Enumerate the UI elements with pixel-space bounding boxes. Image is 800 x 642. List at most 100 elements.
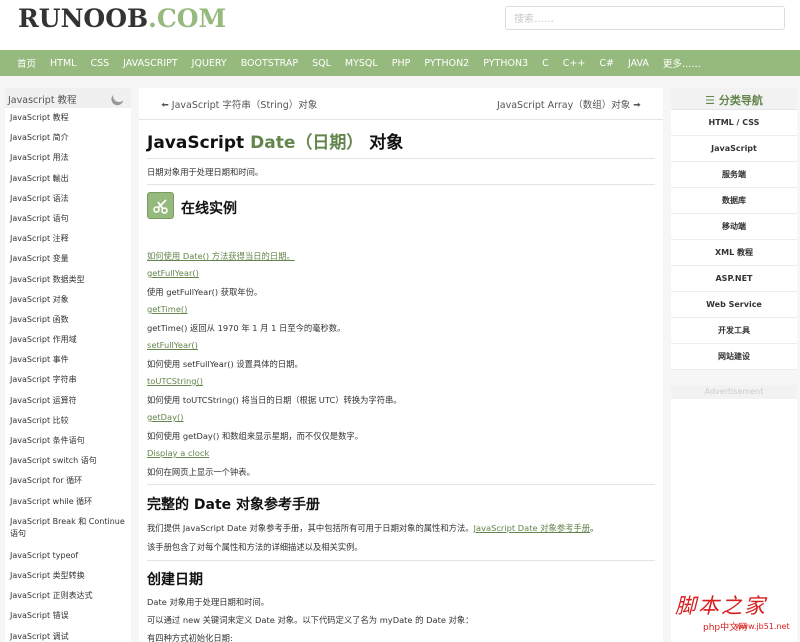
sidebar-item[interactable]: JavaScript 教程 <box>5 108 131 128</box>
create-text-1: Date 对象用于处理日期和时间。 <box>147 597 270 607</box>
sidebar-item[interactable]: JavaScript typeof <box>5 546 131 566</box>
sidebar-item[interactable]: JavaScript for 循环 <box>5 471 131 491</box>
example-link[interactable]: 如何使用 Date() 方法获得当日的日期。 <box>147 250 295 262</box>
sidebar-item[interactable]: JavaScript 数据类型 <box>5 270 131 290</box>
example-desc: 如何使用 getDay() 和数组来显示星期，而不仅仅是数字。 <box>147 431 363 441</box>
sidebar-item[interactable]: JavaScript 条件语句 <box>5 431 131 451</box>
reference-link[interactable]: JavaScript Date 对象参考手册 <box>474 523 590 533</box>
sidebar-item[interactable]: JavaScript Break 和 Continue 语句 <box>5 512 131 546</box>
nav-item-jquery[interactable]: JQUERY <box>185 58 234 69</box>
sidebar-item[interactable]: JavaScript 运算符 <box>5 391 131 411</box>
sidebar-item[interactable]: JavaScript 事件 <box>5 350 131 370</box>
category-item[interactable]: HTML / CSS <box>671 110 797 136</box>
watermark-url: www.jb51.net <box>735 622 790 631</box>
example-link[interactable]: toUTCString() <box>147 376 203 386</box>
create-heading: 创建日期 <box>147 572 203 588</box>
watermark-text: 脚本之家 <box>675 594 767 618</box>
divider <box>147 184 655 185</box>
nav-item-php[interactable]: PHP <box>385 58 418 69</box>
right-sidebar: ☰ 分类导航 HTML / CSS JavaScript 服务端 数据库 移动端… <box>671 88 797 642</box>
category-item[interactable]: XML 教程 <box>671 240 797 266</box>
sidebar-item[interactable]: JavaScript 作用域 <box>5 330 131 350</box>
nav-item-sql[interactable]: SQL <box>305 58 338 69</box>
sidebar-item[interactable]: JavaScript 正则表达式 <box>5 586 131 606</box>
logo-suffix-text: .COM <box>148 4 227 33</box>
site-logo[interactable]: RUNOOB.COM <box>18 4 226 33</box>
list-icon: ☰ <box>705 94 716 107</box>
nav-item-c[interactable]: C <box>535 58 556 69</box>
header: RUNOOB.COM <box>0 0 800 50</box>
category-list: HTML / CSS JavaScript 服务端 数据库 移动端 XML 教程… <box>671 110 797 370</box>
nav-item-bootstrap[interactable]: BOOTSTRAP <box>234 58 305 69</box>
category-item[interactable]: 服务端 <box>671 162 797 188</box>
sidebar-item[interactable]: JavaScript 类型转换 <box>5 566 131 586</box>
sidebar-item[interactable]: JavaScript 变量 <box>5 249 131 269</box>
nav-item-more[interactable]: 更多…… <box>656 56 708 70</box>
search-box <box>505 6 785 31</box>
sidebar-item[interactable]: JavaScript 语法 <box>5 189 131 209</box>
reference-text-part: 。 <box>590 523 599 533</box>
logo-main-text: RUNOOB <box>18 4 149 33</box>
category-item[interactable]: JavaScript <box>671 136 797 162</box>
example-desc: 如何在网页上显示一个钟表。 <box>147 467 255 477</box>
next-page-link[interactable]: JavaScript Array（数组）对象 🠪 <box>497 97 641 114</box>
sidebar-item[interactable]: JavaScript 字符串 <box>5 370 131 390</box>
sidebar-item[interactable]: JavaScript 比较 <box>5 411 131 431</box>
scissors-icon <box>147 192 174 219</box>
example-link[interactable]: getDay() <box>147 412 183 422</box>
nav-item-cpp[interactable]: C++ <box>556 58 593 69</box>
sidebar-item[interactable]: JavaScript 函数 <box>5 310 131 330</box>
example-desc: 使用 getFullYear() 获取年份。 <box>147 287 263 297</box>
example-link[interactable]: setFullYear() <box>147 340 198 350</box>
arrow-left-icon: 🠨 <box>161 100 169 111</box>
moon-icon[interactable] <box>111 88 127 104</box>
reference-text: 我们提供 JavaScript Date 对象参考手册，其中包括所有可用于日期对… <box>147 522 598 534</box>
category-item[interactable]: 数据库 <box>671 188 797 214</box>
next-page-label: JavaScript Array（数组）对象 <box>496 100 631 111</box>
sidebar-header: Javascript 教程 <box>5 88 131 108</box>
nav-item-html[interactable]: HTML <box>43 58 83 69</box>
example-link[interactable]: Display a clock <box>147 448 209 458</box>
category-nav: ☰ 分类导航 HTML / CSS JavaScript 服务端 数据库 移动端… <box>671 88 797 370</box>
nav-item-javascript[interactable]: JAVASCRIPT <box>116 58 185 69</box>
sidebar-item[interactable]: JavaScript while 循环 <box>5 492 131 512</box>
nav-item-css[interactable]: CSS <box>83 58 116 69</box>
category-item[interactable]: Web Service <box>671 292 797 318</box>
nav-item-csharp[interactable]: C# <box>592 58 621 69</box>
examples-heading: 在线实例 <box>181 201 237 217</box>
category-nav-header: ☰ 分类导航 <box>671 88 797 110</box>
example-link[interactable]: getFullYear() <box>147 268 199 278</box>
nav-item-mysql[interactable]: MYSQL <box>338 58 385 69</box>
category-item[interactable]: 网站建设 <box>671 344 797 370</box>
nav-item-java[interactable]: JAVA <box>621 58 656 69</box>
search-input[interactable] <box>506 8 784 31</box>
title-part: JavaScript <box>147 133 251 153</box>
sidebar-item[interactable]: JavaScript 注释 <box>5 229 131 249</box>
example-link[interactable]: getTime() <box>147 304 187 314</box>
divider <box>147 484 655 485</box>
sidebar-item[interactable]: JavaScript switch 语句 <box>5 451 131 471</box>
sidebar-item[interactable]: JavaScript 调试 <box>5 627 131 642</box>
main-content: 🠨 JavaScript 字符串（String）对象 JavaScript Ar… <box>139 88 663 642</box>
category-nav-title: 分类导航 <box>718 94 763 107</box>
arrow-right-icon: 🠪 <box>633 100 641 111</box>
watermark: 脚本之家 php中文网 www.jb51.net <box>675 590 793 638</box>
sidebar-item[interactable]: JavaScript 对象 <box>5 290 131 310</box>
category-item[interactable]: 移动端 <box>671 214 797 240</box>
sidebar-item[interactable]: JavaScript 简介 <box>5 128 131 148</box>
intro-text: 日期对象用于处理日期和时间。 <box>147 167 264 177</box>
nav-item-python2[interactable]: PYTHON2 <box>417 58 476 69</box>
category-item[interactable]: ASP.NET <box>671 266 797 292</box>
prev-page-label: JavaScript 字符串（String）对象 <box>171 100 318 111</box>
title-part: 对象 <box>363 133 404 153</box>
category-item[interactable]: 开发工具 <box>671 318 797 344</box>
create-text-2: 可以通过 new 关键词来定义 Date 对象。以下代码定义了名为 myDate… <box>147 615 474 625</box>
sidebar-item[interactable]: JavaScript 用法 <box>5 148 131 168</box>
prev-page-link[interactable]: 🠨 JavaScript 字符串（String）对象 <box>161 97 317 114</box>
sidebar-item[interactable]: JavaScript 错误 <box>5 606 131 626</box>
sidebar-title: Javascript 教程 <box>8 95 77 106</box>
sidebar-item[interactable]: JavaScript 輸出 <box>5 169 131 189</box>
nav-item-home[interactable]: 首页 <box>10 56 43 70</box>
nav-item-python3[interactable]: PYTHON3 <box>476 58 535 69</box>
sidebar-item[interactable]: JavaScript 语句 <box>5 209 131 229</box>
